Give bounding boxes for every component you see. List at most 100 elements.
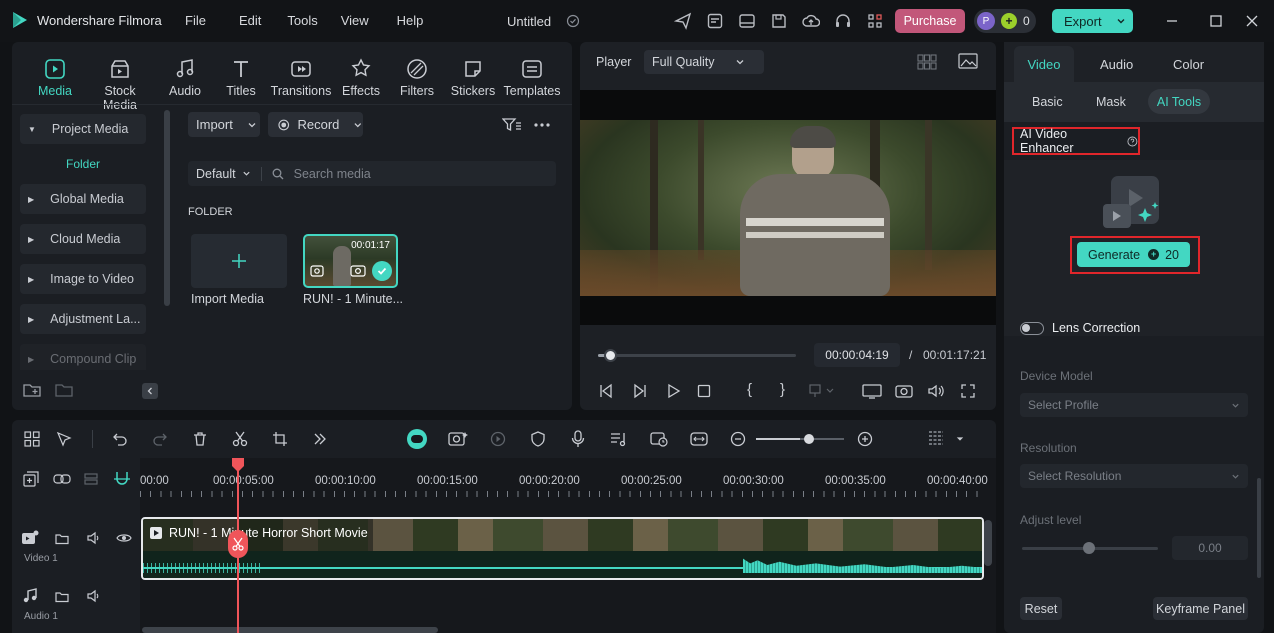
adjust-level-input[interactable]: 0.00 (1172, 536, 1248, 560)
purchase-button[interactable]: Purchase (895, 9, 965, 33)
media-clip-thumbnail[interactable]: 00:01:17 (303, 234, 398, 288)
sidebar-item-compound-clip[interactable]: ▶ Compound Clip (20, 344, 146, 370)
filter-icon[interactable] (502, 117, 522, 133)
adjust-level-slider[interactable] (1022, 542, 1158, 554)
collapse-sidebar-button[interactable] (142, 383, 158, 399)
menu-edit[interactable]: Edit (239, 13, 261, 28)
add-track-icon[interactable] (23, 471, 39, 487)
magnet-snap-icon[interactable] (113, 470, 131, 488)
new-folder-icon[interactable] (23, 382, 41, 398)
track-layout-icon[interactable] (928, 430, 944, 448)
sidebar-item-adjustment-layer[interactable]: ▶ Adjustment La... (20, 304, 146, 334)
save-icon[interactable] (770, 12, 788, 30)
export-button[interactable]: Export (1052, 9, 1133, 33)
timeline-horizontal-scrollbar[interactable] (142, 627, 438, 633)
layout-grid-icon[interactable] (24, 431, 40, 447)
folder-icon[interactable] (55, 382, 73, 398)
sidebar-item-project-media[interactable]: ▼ Project Media (20, 114, 146, 144)
eye-icon[interactable] (116, 531, 132, 545)
keyframe-panel-button[interactable]: Keyframe Panel (1153, 597, 1248, 620)
fit-timeline-icon[interactable] (690, 431, 708, 447)
menu-file[interactable]: File (185, 13, 206, 28)
generate-button[interactable]: Generate + 20 (1077, 242, 1190, 267)
tab-audio[interactable]: Audio (164, 58, 206, 98)
tab-effects[interactable]: Effects (340, 58, 382, 98)
headset-icon[interactable] (834, 12, 852, 30)
microphone-icon[interactable] (570, 430, 586, 448)
grid-view-icon[interactable] (917, 54, 937, 70)
redo-icon[interactable] (152, 431, 168, 447)
previous-frame-icon[interactable] (598, 383, 614, 399)
device-model-select[interactable]: Select Profile (1020, 393, 1248, 417)
sidebar-item-global-media[interactable]: ▶ Global Media (20, 184, 146, 214)
play-icon[interactable] (665, 383, 681, 399)
lens-correction-toggle[interactable] (1020, 321, 1044, 335)
more-options-icon[interactable] (534, 123, 550, 127)
track-stack-icon[interactable] (83, 471, 99, 487)
tab-filters[interactable]: Filters (396, 58, 438, 98)
property-scrollbar[interactable] (1257, 478, 1261, 578)
sort-dropdown[interactable]: Default (196, 167, 236, 181)
current-time[interactable]: 00:00:04:19 (814, 343, 900, 367)
menu-tools[interactable]: Tools (287, 13, 317, 28)
close-icon[interactable] (1245, 14, 1259, 28)
minimize-icon[interactable] (1165, 14, 1179, 28)
playback-progress-track[interactable] (598, 349, 796, 362)
undo-icon[interactable] (112, 431, 128, 447)
insert-clip-icon[interactable] (809, 384, 835, 398)
video-preview[interactable] (580, 90, 996, 325)
speed-ramp-icon[interactable] (650, 431, 668, 447)
subtab-ai-tools[interactable]: AI Tools (1148, 89, 1210, 114)
import-media-tile[interactable] (191, 234, 287, 288)
zoom-slider-knob[interactable] (803, 434, 814, 444)
send-icon[interactable] (674, 12, 692, 30)
sidebar-scrollbar[interactable] (164, 110, 170, 306)
zoom-in-icon[interactable] (857, 431, 873, 447)
volume-icon[interactable] (927, 383, 945, 399)
speaker-icon[interactable] (86, 588, 102, 604)
search-input[interactable]: Search media (294, 167, 371, 181)
tab-stickers[interactable]: Stickers (450, 58, 496, 98)
snapshot-image-icon[interactable] (958, 53, 978, 69)
subtab-mask[interactable]: Mask (1096, 95, 1126, 109)
tab-templates[interactable]: Templates (502, 58, 562, 98)
sidebar-item-folder[interactable]: Folder (20, 144, 146, 184)
chevron-down-icon[interactable] (956, 435, 964, 443)
menu-view[interactable]: View (341, 13, 369, 28)
camera-snapshot-icon[interactable] (895, 383, 913, 399)
folder-lock-icon[interactable] (55, 588, 69, 604)
folder-lock-icon[interactable] (55, 530, 69, 546)
resolution-select[interactable]: Select Resolution (1020, 464, 1248, 488)
reset-button[interactable]: Reset (1020, 597, 1062, 620)
apps-grid-icon[interactable] (866, 12, 884, 30)
cloud-upload-icon[interactable] (802, 12, 820, 30)
split-scissors-icon[interactable] (232, 431, 248, 447)
layout-icon[interactable] (738, 12, 756, 30)
timeline-vertical-scrollbar[interactable] (984, 520, 992, 566)
menu-help[interactable]: Help (397, 13, 424, 28)
audio-list-icon[interactable] (610, 431, 628, 447)
split-marker[interactable] (228, 530, 248, 558)
playhead-handle-icon[interactable] (232, 458, 244, 472)
import-button[interactable]: Import (188, 112, 260, 137)
task-icon[interactable] (706, 12, 724, 30)
select-cursor-icon[interactable] (56, 431, 72, 447)
playback-scrubber[interactable] (603, 349, 617, 362)
tab-titles[interactable]: Titles (220, 58, 262, 98)
adjust-level-knob[interactable] (1083, 542, 1095, 554)
sidebar-item-cloud-media[interactable]: ▶ Cloud Media (20, 224, 146, 254)
tab-media[interactable]: Media (34, 58, 76, 98)
tab-video[interactable]: Video (1014, 46, 1074, 82)
fullscreen-monitor-icon[interactable] (862, 383, 882, 399)
zoom-slider[interactable] (756, 434, 844, 444)
auto-beat-icon[interactable] (490, 431, 506, 447)
stop-icon[interactable] (697, 384, 711, 398)
sidebar-item-image-to-video[interactable]: ▶ Image to Video (20, 264, 146, 294)
delete-icon[interactable] (192, 431, 208, 447)
time-ruler[interactable]: 00:00 00:00:05:00 00:00:10:00 00:00:15:0… (140, 458, 988, 498)
mark-out-icon[interactable]: } (780, 381, 785, 398)
maximize-icon[interactable] (1209, 14, 1223, 28)
zoom-out-icon[interactable] (730, 431, 746, 447)
more-tools-icon[interactable] (312, 431, 328, 447)
subtab-basic[interactable]: Basic (1032, 95, 1063, 109)
